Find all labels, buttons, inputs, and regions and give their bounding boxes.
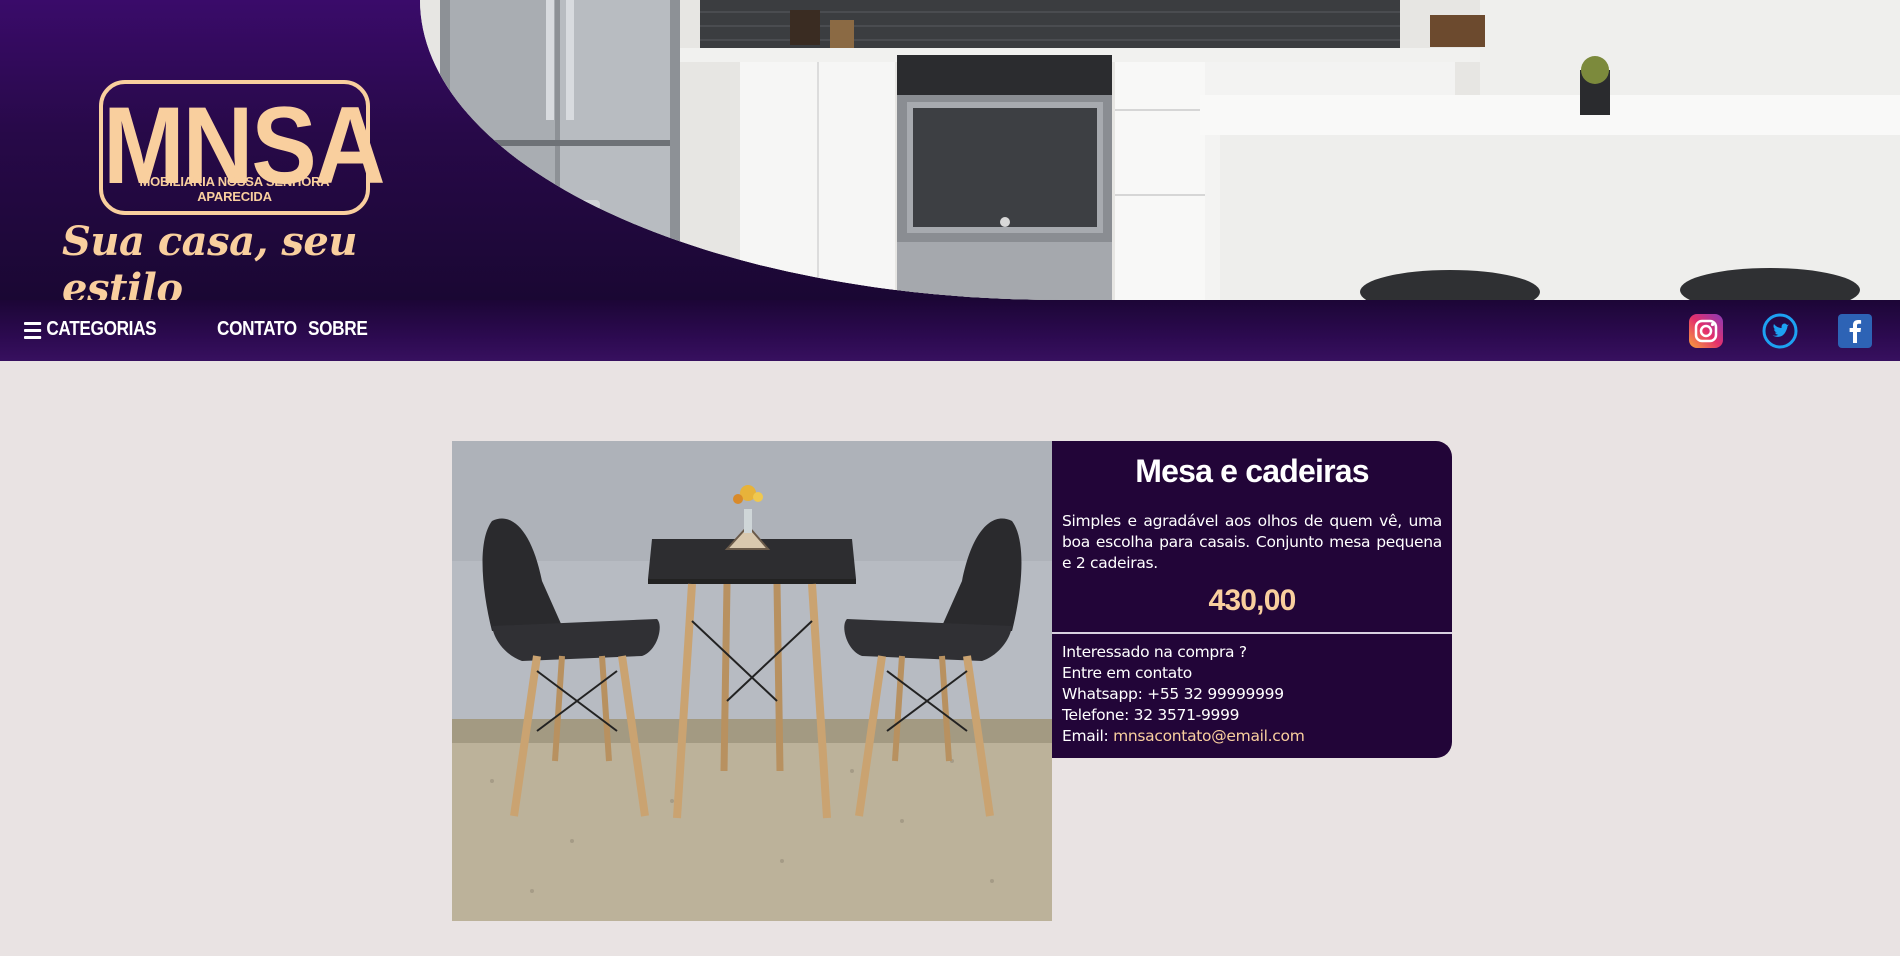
hamburger-menu-icon [24,321,42,339]
brand-logo[interactable]: MNSA MOBILIARIA NOSSA SENHORA APARECIDA [99,80,386,215]
site-header: MNSA MOBILIARIA NOSSA SENHORA APARECIDA … [0,0,1900,300]
logo-subtitle: MOBILIARIA NOSSA SENHORA APARECIDA [139,174,330,204]
brand-slogan: Sua casa, seu estilo [62,218,357,300]
contact-cta: Entre em contato [1062,664,1192,682]
product-image [452,441,1052,921]
nav-categories-label: CATEGORIAS [46,318,157,340]
header-hero-kitchen-image [420,0,1900,300]
contact-whatsapp: Whatsapp: +55 32 99999999 [1062,685,1284,703]
card-divider [1052,632,1452,634]
main-nav: CATEGORIAS CONTATO SOBRE [0,300,1900,361]
facebook-icon[interactable] [1837,313,1873,349]
product-description: Simples e agradável aos olhos de quem vê… [1062,512,1442,572]
contact-email-link[interactable]: mnsacontato@email.com [1113,727,1305,745]
contact-email-row: Email: mnsacontato@email.com [1062,726,1305,747]
contact-telefone: Telefone: 32 3571-9999 [1062,706,1240,724]
instagram-icon[interactable] [1688,313,1724,349]
contact-info: Interessado na compra ? Entre em contato… [1062,642,1305,747]
product-info-card: Mesa e cadeiras Simples e agradável aos … [1052,441,1452,758]
contact-email-label: Email: [1062,727,1114,745]
twitter-icon[interactable] [1762,313,1798,349]
nav-categories-button[interactable]: CATEGORIAS [24,318,157,341]
contact-prompt: Interessado na compra ? [1062,643,1247,661]
product-price: 430,00 [1208,584,1297,617]
nav-contato-link[interactable]: CONTATO [217,318,297,341]
product-title: Mesa e cadeiras [1135,453,1369,489]
nav-sobre-link[interactable]: SOBRE [308,318,368,341]
